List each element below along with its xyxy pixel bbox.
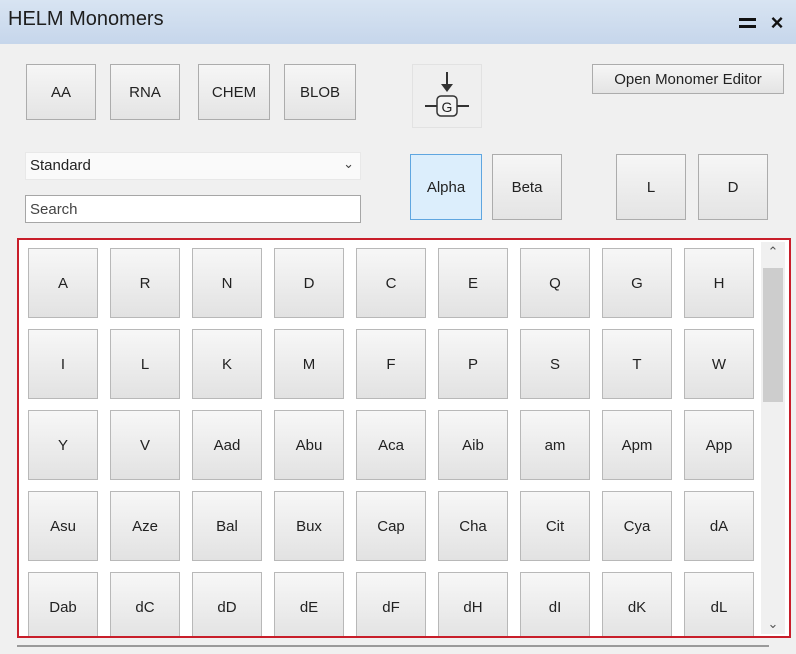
monomer-button[interactable]: L	[110, 329, 180, 399]
type-button-blob[interactable]: BLOB	[284, 64, 356, 120]
monomer-button[interactable]: D	[274, 248, 344, 318]
helm-monomers-window: HELM Monomers × AA RNA CHEM BLOB G Open …	[0, 0, 796, 654]
scroll-thumb[interactable]	[763, 268, 783, 402]
monomer-button[interactable]: Bal	[192, 491, 262, 561]
category-select[interactable]: Standard ⌄	[25, 152, 361, 180]
monomer-button[interactable]: App	[684, 410, 754, 480]
monomer-button[interactable]: F	[356, 329, 426, 399]
monomer-button[interactable]: H	[684, 248, 754, 318]
monomer-button[interactable]: Aad	[192, 410, 262, 480]
monomer-button[interactable]: M	[274, 329, 344, 399]
beta-button[interactable]: Beta	[492, 154, 562, 220]
search-input[interactable]	[25, 195, 361, 223]
monomer-button[interactable]: I	[28, 329, 98, 399]
monomer-button[interactable]: T	[602, 329, 672, 399]
monomer-button[interactable]: Aze	[110, 491, 180, 561]
open-monomer-editor-button[interactable]: Open Monomer Editor	[592, 64, 784, 94]
chevron-down-icon: ⌄	[343, 156, 354, 171]
close-icon[interactable]: ×	[764, 10, 790, 36]
l-chirality-button[interactable]: L	[616, 154, 686, 220]
monomer-button[interactable]: Aca	[356, 410, 426, 480]
monomer-button[interactable]: Q	[520, 248, 590, 318]
monomer-button[interactable]: Bux	[274, 491, 344, 561]
add-monomer-g-icon: G	[425, 72, 469, 117]
monomer-button[interactable]: G	[602, 248, 672, 318]
scroll-up-icon[interactable]: ⌃	[761, 242, 785, 262]
monomer-grid-panel: A R N D C E Q G H I L K M F P S T W Y V Aad Abu Aca Aib am Apm App…	[17, 238, 791, 638]
monomer-button[interactable]: Cap	[356, 491, 426, 561]
monomer-button[interactable]: Cha	[438, 491, 508, 561]
monomer-button[interactable]: am	[520, 410, 590, 480]
monomer-button[interactable]: dD	[192, 572, 262, 636]
window-title: HELM Monomers	[8, 8, 164, 30]
monomer-button[interactable]: Apm	[602, 410, 672, 480]
scroll-down-icon[interactable]: ⌄	[761, 614, 785, 634]
monomer-button[interactable]: dF	[356, 572, 426, 636]
add-monomer-button[interactable]: G	[412, 64, 482, 128]
monomer-button[interactable]: W	[684, 329, 754, 399]
monomer-button[interactable]: V	[110, 410, 180, 480]
monomer-button[interactable]: dL	[684, 572, 754, 636]
vertical-scrollbar[interactable]: ⌃ ⌄	[761, 242, 785, 634]
panel-bottom-divider	[17, 645, 769, 647]
monomer-button[interactable]: Y	[28, 410, 98, 480]
type-button-chem[interactable]: CHEM	[198, 64, 270, 120]
monomer-button[interactable]: N	[192, 248, 262, 318]
monomer-button[interactable]: P	[438, 329, 508, 399]
monomer-button[interactable]: dA	[684, 491, 754, 561]
monomer-button[interactable]: E	[438, 248, 508, 318]
monomer-button[interactable]: Cya	[602, 491, 672, 561]
alpha-button[interactable]: Alpha	[410, 154, 482, 220]
monomer-button[interactable]: Abu	[274, 410, 344, 480]
monomer-button[interactable]: Aib	[438, 410, 508, 480]
monomer-grid: A R N D C E Q G H I L K M F P S T W Y V Aad Abu Aca Aib am Apm App…	[28, 248, 754, 636]
monomer-button[interactable]: Cit	[520, 491, 590, 561]
monomer-button[interactable]: dI	[520, 572, 590, 636]
monomer-button[interactable]: dE	[274, 572, 344, 636]
type-button-aa[interactable]: AA	[26, 64, 96, 120]
monomer-button[interactable]: K	[192, 329, 262, 399]
menu-lines-icon[interactable]	[734, 10, 760, 36]
svg-text:G: G	[442, 99, 453, 115]
monomer-button[interactable]: Asu	[28, 491, 98, 561]
monomer-button[interactable]: S	[520, 329, 590, 399]
monomer-button[interactable]: C	[356, 248, 426, 318]
monomer-button[interactable]: dC	[110, 572, 180, 636]
category-select-value: Standard	[30, 157, 91, 174]
monomer-button[interactable]: dK	[602, 572, 672, 636]
monomer-button[interactable]: A	[28, 248, 98, 318]
title-bar[interactable]: HELM Monomers ×	[0, 0, 796, 44]
d-chirality-button[interactable]: D	[698, 154, 768, 220]
monomer-button[interactable]: dH	[438, 572, 508, 636]
type-button-rna[interactable]: RNA	[110, 64, 180, 120]
monomer-button[interactable]: Dab	[28, 572, 98, 636]
monomer-button[interactable]: R	[110, 248, 180, 318]
